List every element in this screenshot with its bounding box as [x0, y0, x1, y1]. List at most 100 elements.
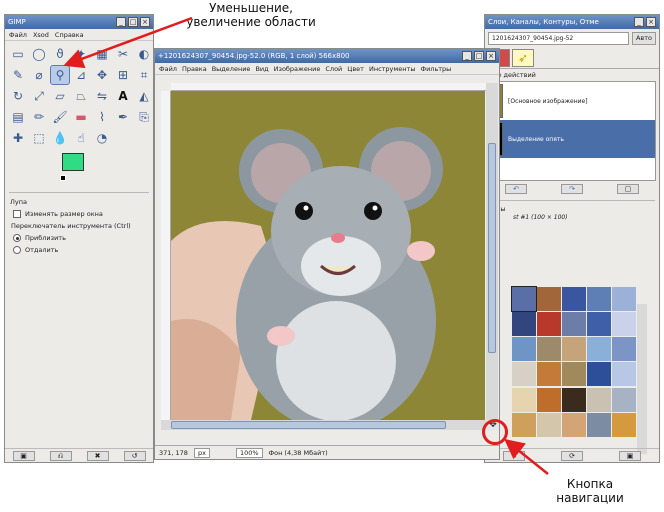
flip-icon[interactable]: ⇋	[93, 87, 111, 105]
perspective-icon[interactable]: ⏢	[72, 87, 90, 105]
pattern-swatch[interactable]	[562, 412, 586, 437]
menu-edit[interactable]: Правка	[182, 65, 207, 73]
pattern-swatch[interactable]	[612, 312, 636, 337]
pattern-swatch[interactable]	[562, 337, 586, 362]
restore-options-icon[interactable]: ⎌	[49, 450, 72, 461]
pattern-swatch[interactable]	[512, 312, 536, 337]
menu-tools[interactable]: Инструменты	[369, 65, 416, 73]
vertical-ruler[interactable]	[161, 91, 171, 420]
toolbox-titlebar[interactable]: GIMP _ □ ×	[5, 15, 153, 29]
measure-icon[interactable]: ⊿	[72, 66, 90, 84]
pattern-swatch[interactable]	[537, 337, 561, 362]
edit-pattern-icon[interactable]: ✎	[503, 450, 525, 461]
pattern-swatch[interactable]	[512, 387, 536, 412]
gradient-icon[interactable]: ▤	[9, 108, 27, 126]
pattern-swatch[interactable]	[537, 287, 561, 311]
unit-select[interactable]: px	[193, 447, 210, 458]
heal-icon[interactable]: ✚	[9, 129, 27, 147]
redo-icon[interactable]: ↷	[561, 184, 583, 194]
pattern-swatch[interactable]	[587, 287, 611, 311]
menu-help[interactable]: Справка	[55, 31, 84, 39]
zoom-out-option[interactable]: Отдалить	[5, 244, 153, 256]
zoom-in-radio[interactable]	[13, 234, 21, 242]
vertical-scroll-thumb[interactable]	[488, 143, 496, 353]
delete-options-icon[interactable]: ✖	[86, 450, 109, 461]
dock-titlebar[interactable]: Слои, Каналы, Контуры, Отме _ ×	[485, 15, 659, 29]
reset-colors-icon[interactable]	[60, 175, 66, 181]
pattern-swatch[interactable]	[562, 287, 586, 311]
align-icon[interactable]: ⊞	[114, 66, 132, 84]
minimize-button[interactable]: _	[116, 17, 126, 27]
auto-button[interactable]: Авто	[632, 31, 656, 45]
pattern-swatch[interactable]	[512, 362, 536, 387]
color-picker-icon[interactable]: ⌀	[30, 66, 48, 84]
menu-select[interactable]: Выделение	[212, 65, 251, 73]
pencil-icon[interactable]: ✏	[30, 108, 48, 126]
menu-filters[interactable]: Фильтры	[420, 65, 451, 73]
perspective-clone-icon[interactable]: ⬚	[30, 129, 48, 147]
img-minimize-button[interactable]: _	[462, 51, 472, 61]
move-icon[interactable]: ✥	[93, 66, 111, 84]
patterns-grid-scroll[interactable]	[637, 304, 647, 454]
ink-icon[interactable]: ✒	[114, 108, 132, 126]
dock-minimize-button[interactable]: _	[634, 17, 644, 27]
pattern-swatch[interactable]	[612, 287, 636, 311]
zoom-select[interactable]: 100%	[235, 447, 263, 458]
pattern-swatch[interactable]	[511, 286, 537, 312]
reset-options-icon[interactable]: ↺	[123, 450, 146, 461]
pattern-swatch[interactable]	[512, 412, 536, 437]
undo-icon[interactable]: ↶	[505, 184, 527, 194]
pattern-swatch[interactable]	[612, 337, 636, 362]
maximize-button[interactable]: □	[128, 17, 138, 27]
smudge-icon[interactable]: ☝	[72, 129, 90, 147]
pattern-swatch[interactable]	[587, 387, 611, 412]
pattern-swatch[interactable]	[587, 362, 611, 387]
pattern-swatch[interactable]	[587, 337, 611, 362]
image-canvas[interactable]	[171, 91, 485, 420]
image-titlebar[interactable]: +1201624307_90454.jpg-52.0 (RGB, 1 слой)…	[155, 49, 499, 63]
menu-layer[interactable]: Слой	[325, 65, 342, 73]
refresh-patterns-icon[interactable]: ⟳	[561, 450, 583, 461]
blur-icon[interactable]: 💧	[51, 129, 69, 147]
dodge-burn-icon[interactable]: ◔	[93, 129, 111, 147]
clone-icon[interactable]: ⎘	[135, 108, 153, 126]
menu-view[interactable]: Вид	[255, 65, 268, 73]
menu-image[interactable]: Изображение	[274, 65, 321, 73]
resize-window-option[interactable]: Изменять размер окна	[5, 208, 153, 220]
pattern-swatch[interactable]	[612, 412, 636, 437]
scissors-icon[interactable]: ✂	[114, 45, 132, 63]
pattern-swatch[interactable]	[537, 412, 561, 437]
menu-xtns[interactable]: Xsod	[33, 31, 49, 39]
bucket-fill-icon[interactable]: ◭	[135, 87, 153, 105]
lasso-icon[interactable]: ϑ	[51, 45, 69, 63]
img-close-button[interactable]: ×	[486, 51, 496, 61]
foreground-select-icon[interactable]: ◐	[135, 45, 153, 63]
pattern-swatch[interactable]	[537, 362, 561, 387]
horizontal-scrollbar[interactable]	[161, 420, 486, 430]
vertical-scrollbar[interactable]	[486, 83, 498, 420]
menu-colors[interactable]: Цвет	[347, 65, 364, 73]
paths-icon[interactable]: ✎	[9, 66, 27, 84]
pattern-swatch[interactable]	[537, 387, 561, 412]
image-selector[interactable]: 1201624307_90454.jpg-52	[488, 31, 629, 45]
menu-file[interactable]: Файл	[159, 65, 177, 73]
pattern-swatch[interactable]	[512, 337, 536, 362]
resize-window-checkbox[interactable]	[13, 210, 21, 218]
color-select-icon[interactable]: ▦	[93, 45, 111, 63]
scale-icon[interactable]: ⤢	[30, 87, 48, 105]
history-item-selected[interactable]: Выделение опять	[489, 120, 655, 158]
horizontal-ruler[interactable]	[171, 83, 496, 91]
pattern-swatch[interactable]	[562, 362, 586, 387]
img-maximize-button[interactable]: □	[474, 51, 484, 61]
menu-file[interactable]: Файл	[9, 31, 27, 39]
foreground-color-swatch[interactable]	[62, 153, 84, 171]
tab-paths[interactable]: ➶	[512, 49, 534, 67]
eraser-icon[interactable]: ▬	[72, 108, 90, 126]
pattern-swatch[interactable]	[562, 312, 586, 337]
zoom-icon[interactable]: ⚲	[50, 65, 70, 85]
text-icon[interactable]: A	[114, 87, 132, 105]
pattern-swatch[interactable]	[612, 362, 636, 387]
pattern-swatch[interactable]	[587, 312, 611, 337]
rotate-icon[interactable]: ↻	[9, 87, 27, 105]
airbrush-icon[interactable]: ⌇	[93, 108, 111, 126]
